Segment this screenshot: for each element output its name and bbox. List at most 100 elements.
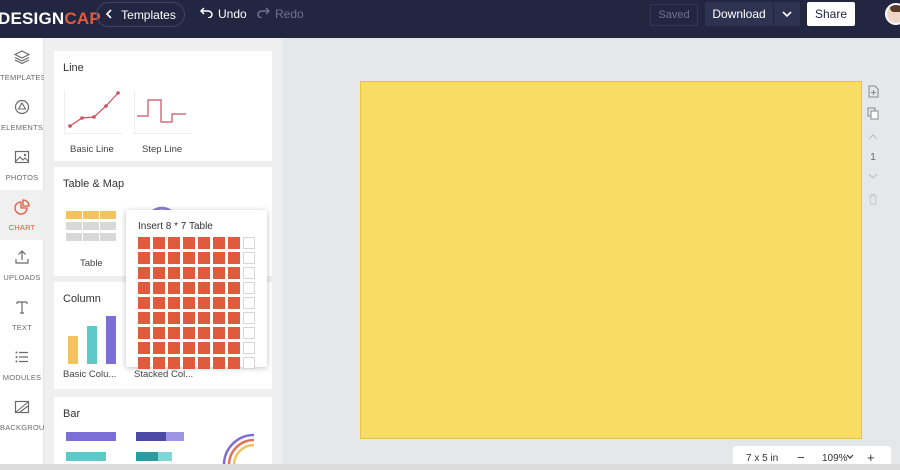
trash-icon[interactable] xyxy=(864,190,882,208)
table-grid-cell[interactable] xyxy=(213,327,225,339)
sidebar-item-elements[interactable]: ELEMENTS xyxy=(0,90,44,140)
table-grid-cell[interactable] xyxy=(153,297,165,309)
table-grid-cell[interactable] xyxy=(228,297,240,309)
table-grid-cell[interactable] xyxy=(198,327,210,339)
table-grid-cell[interactable] xyxy=(183,342,195,354)
zoom-out-button[interactable]: − xyxy=(797,450,805,465)
table-grid-cell[interactable] xyxy=(213,297,225,309)
table-grid-cell[interactable] xyxy=(183,282,195,294)
table-grid-cell[interactable] xyxy=(228,267,240,279)
zoom-level[interactable]: 109% xyxy=(822,453,848,464)
table-grid-cell[interactable] xyxy=(228,282,240,294)
table-grid-cell[interactable] xyxy=(168,357,180,369)
table-grid-cell[interactable] xyxy=(198,312,210,324)
table-grid-cell[interactable] xyxy=(243,312,255,324)
table-grid-cell[interactable] xyxy=(198,237,210,249)
table-grid-cell[interactable] xyxy=(153,237,165,249)
table-grid-cell[interactable] xyxy=(138,252,150,264)
table-grid-cell[interactable] xyxy=(138,237,150,249)
table-grid-cell[interactable] xyxy=(153,357,165,369)
table-grid-cell[interactable] xyxy=(153,252,165,264)
table-grid-cell[interactable] xyxy=(183,237,195,249)
table-grid-cell[interactable] xyxy=(213,252,225,264)
step-line-thumbnail[interactable] xyxy=(133,88,192,135)
table-grid-cell[interactable] xyxy=(138,357,150,369)
table-grid-cell[interactable] xyxy=(228,312,240,324)
table-grid-cell[interactable] xyxy=(168,312,180,324)
table-grid-cell[interactable] xyxy=(213,312,225,324)
table-grid-cell[interactable] xyxy=(198,357,210,369)
table-grid-cell[interactable] xyxy=(198,342,210,354)
table-grid-cell[interactable] xyxy=(228,327,240,339)
radial-bar-thumbnail[interactable] xyxy=(222,431,258,467)
table-grid-cell[interactable] xyxy=(213,342,225,354)
table-grid-cell[interactable] xyxy=(243,342,255,354)
table-grid-cell[interactable] xyxy=(168,252,180,264)
table-grid-cell[interactable] xyxy=(168,297,180,309)
table-grid-cell[interactable] xyxy=(153,282,165,294)
redo-button[interactable]: Redo xyxy=(257,7,304,21)
stacked-bar-thumbnail[interactable] xyxy=(136,432,188,462)
table-grid-cell[interactable] xyxy=(243,282,255,294)
table-grid-cell[interactable] xyxy=(213,267,225,279)
table-thumbnail[interactable] xyxy=(66,211,118,243)
chevron-down-icon[interactable] xyxy=(846,452,854,463)
table-grid-cell[interactable] xyxy=(183,357,195,369)
table-grid-cell[interactable] xyxy=(213,357,225,369)
download-button[interactable]: Download xyxy=(705,2,773,26)
table-grid-cell[interactable] xyxy=(153,342,165,354)
table-grid-cell[interactable] xyxy=(243,267,255,279)
templates-button[interactable]: Templates xyxy=(96,2,185,27)
undo-button[interactable]: Undo xyxy=(199,7,247,21)
table-grid-cell[interactable] xyxy=(138,342,150,354)
table-grid-cell[interactable] xyxy=(228,252,240,264)
logo[interactable]: DESIGNCAP xyxy=(0,9,101,29)
basic-column-thumbnail[interactable] xyxy=(66,314,118,364)
table-grid-cell[interactable] xyxy=(198,297,210,309)
table-grid-cell[interactable] xyxy=(153,312,165,324)
table-grid-cell[interactable] xyxy=(138,327,150,339)
table-grid-cell[interactable] xyxy=(228,237,240,249)
share-button[interactable]: Share xyxy=(807,2,855,26)
canvas-size-label[interactable]: 7 x 5 in xyxy=(746,453,778,464)
basic-line-thumbnail[interactable] xyxy=(63,88,122,135)
table-grid-cell[interactable] xyxy=(168,267,180,279)
table-grid-cell[interactable] xyxy=(168,282,180,294)
table-grid-cell[interactable] xyxy=(168,327,180,339)
sidebar-item-uploads[interactable]: UPLOADS xyxy=(0,240,44,290)
avatar[interactable] xyxy=(885,3,900,25)
table-grid-cell[interactable] xyxy=(243,327,255,339)
table-grid-cell[interactable] xyxy=(198,282,210,294)
table-grid-cell[interactable] xyxy=(138,282,150,294)
zoom-in-button[interactable]: + xyxy=(867,450,875,465)
table-grid-cell[interactable] xyxy=(153,327,165,339)
table-grid-cell[interactable] xyxy=(228,357,240,369)
table-grid-cell[interactable] xyxy=(198,252,210,264)
sidebar-item-modules[interactable]: MODULES xyxy=(0,340,44,390)
download-options-button[interactable] xyxy=(774,2,800,26)
sidebar-item-background[interactable]: BACKGROUND xyxy=(0,390,44,440)
table-grid-cell[interactable] xyxy=(138,297,150,309)
table-grid-cell[interactable] xyxy=(183,312,195,324)
chevron-up-icon[interactable] xyxy=(864,128,882,146)
table-grid-cell[interactable] xyxy=(243,297,255,309)
table-grid-cell[interactable] xyxy=(228,342,240,354)
table-grid-cell[interactable] xyxy=(213,237,225,249)
chevron-down-icon[interactable] xyxy=(864,167,882,185)
design-canvas[interactable] xyxy=(360,81,862,439)
table-grid-cell[interactable] xyxy=(138,267,150,279)
duplicate-page-icon[interactable] xyxy=(864,104,882,122)
add-page-icon[interactable] xyxy=(864,82,882,100)
table-grid-cell[interactable] xyxy=(153,267,165,279)
table-grid-cell[interactable] xyxy=(138,312,150,324)
table-grid-cell[interactable] xyxy=(168,342,180,354)
sidebar-item-chart[interactable]: CHART xyxy=(0,190,44,240)
sidebar-item-photos[interactable]: PHOTOS xyxy=(0,140,44,190)
table-grid-cell[interactable] xyxy=(243,252,255,264)
table-grid-cell[interactable] xyxy=(243,237,255,249)
table-grid-cell[interactable] xyxy=(183,327,195,339)
table-grid-cell[interactable] xyxy=(183,267,195,279)
basic-bar-thumbnail[interactable] xyxy=(66,432,118,462)
table-grid-cell[interactable] xyxy=(213,282,225,294)
sidebar-item-templates[interactable]: TEMPLATES xyxy=(0,40,44,90)
